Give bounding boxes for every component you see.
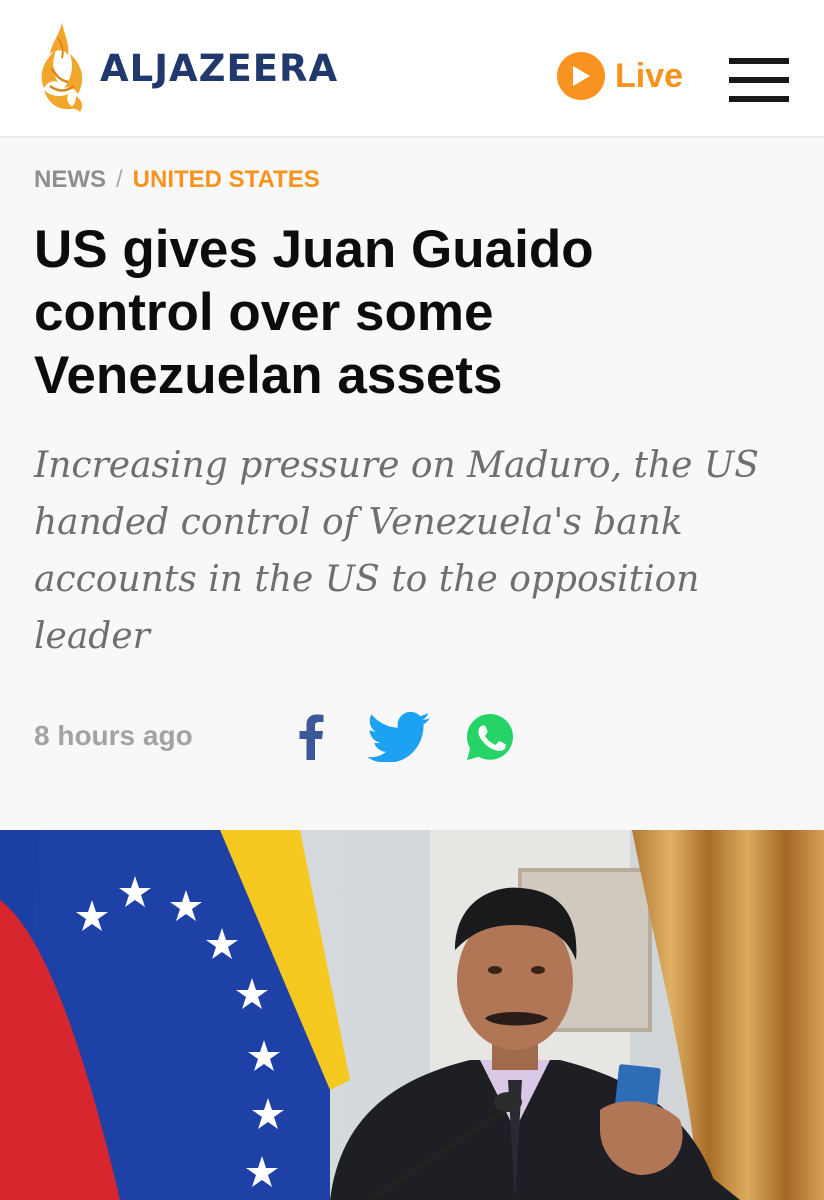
article-timestamp: 8 hours ago xyxy=(34,720,193,751)
whatsapp-icon[interactable] xyxy=(465,712,515,762)
breadcrumb-news-link[interactable]: NEWS xyxy=(34,166,106,194)
live-label: Live xyxy=(615,56,684,95)
aljazeera-logo-icon xyxy=(41,22,83,112)
site-header: ALJAZEERA Live xyxy=(0,0,824,137)
aljazeera-logo[interactable]: ALJAZEERA xyxy=(30,20,338,116)
play-icon xyxy=(557,52,605,100)
live-button[interactable]: Live xyxy=(557,52,683,100)
breadcrumb-separator: / xyxy=(116,166,123,193)
hero-photo-illustration xyxy=(0,830,824,1200)
article-subheadline: Increasing pressure on Maduro, the US ha… xyxy=(34,445,759,657)
facebook-icon[interactable] xyxy=(296,714,326,760)
article-meta: 8 hours ago xyxy=(34,712,574,762)
breadcrumb-united-states-link[interactable]: UNITED STATES xyxy=(133,166,320,194)
twitter-icon[interactable] xyxy=(367,712,431,762)
breadcrumb: NEWS / UNITED STATES xyxy=(34,166,320,194)
article-headline: US gives Juan Guaido control over some V… xyxy=(34,220,594,405)
article-hero-image xyxy=(0,830,824,1200)
hamburger-menu-icon[interactable] xyxy=(729,58,789,102)
logo-wordmark: ALJAZEERA xyxy=(100,46,339,90)
